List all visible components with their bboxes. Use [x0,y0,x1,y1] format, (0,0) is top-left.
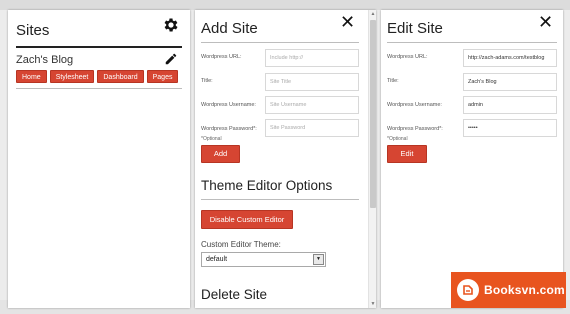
custom-editor-theme-label: Custom Editor Theme: [201,240,281,249]
title-label: Title: [201,78,213,84]
edit-site-panel: Edit Site ✕ Wordpress URL: http://zach-a… [381,10,563,308]
password-label: Wordpress Password*: [387,126,443,132]
watermark-text: Booksvn.com [484,283,565,297]
disable-custom-editor-button[interactable]: Disable Custom Editor [201,210,293,229]
custom-editor-theme-select[interactable]: default ▼ [201,252,326,267]
username-label: Wordpress Username: [387,102,442,108]
site-action-buttons: Home Stylesheet Dashboard Pages [16,70,179,83]
url-label: Wordpress URL: [201,54,242,60]
title-label: Title: [387,78,399,84]
add-button[interactable]: Add [201,145,240,163]
username-label: Wordpress Username: [201,102,256,108]
url-input[interactable]: Include http:// [265,49,359,67]
edit-button[interactable]: Edit [387,145,427,163]
pencil-icon[interactable] [164,52,178,66]
add-site-divider [201,42,359,43]
chevron-down-icon[interactable]: ▼ [313,254,324,265]
password-input[interactable]: Site Password [265,119,359,137]
pages-button[interactable]: Pages [146,70,179,83]
home-button[interactable]: Home [16,70,47,83]
close-icon[interactable]: ✕ [538,14,553,32]
scroll-down-icon[interactable]: ▼ [369,300,376,308]
custom-editor-theme-value: default [206,256,228,263]
password-input[interactable]: ••••• [463,119,557,137]
title-input[interactable]: Site Title [265,73,359,91]
theme-editor-divider [201,199,359,200]
delete-site-title: Delete Site [201,287,268,302]
scroll-thumb[interactable] [370,20,376,208]
edit-site-title: Edit Site [387,20,443,37]
sites-divider [16,46,182,48]
background-toolbar [0,0,570,10]
edit-site-divider [387,42,557,43]
password-label: Wordpress Password*: [201,126,257,132]
username-input[interactable]: Site Username [265,96,359,114]
site-row-divider [16,88,182,89]
add-site-panel: Add Site ✕ Wordpress URL: Include http:/… [195,10,376,308]
dashboard-button[interactable]: Dashboard [97,70,144,83]
scroll-up-icon[interactable]: ▲ [369,10,376,18]
gear-icon[interactable] [162,16,180,34]
title-input[interactable]: Zach's Blog [463,73,557,91]
sites-panel: Sites Zach's Blog Home Stylesheet Dashbo… [8,10,190,308]
add-site-title: Add Site [201,20,258,37]
add-site-scrollbar[interactable]: ▲ ▼ [368,10,376,308]
watermark-logo-icon [457,279,479,301]
theme-editor-title: Theme Editor Options [201,178,333,193]
url-label: Wordpress URL: [387,54,428,60]
close-icon[interactable]: ✕ [340,14,355,32]
sites-title: Sites [16,22,50,39]
optional-note: *Optional [387,136,408,142]
optional-note: *Optional [201,136,222,142]
watermark: Booksvn.com [451,272,566,308]
stylesheet-button[interactable]: Stylesheet [49,70,95,83]
url-input[interactable]: http://zach-adams.com/testblog [463,49,557,67]
site-name: Zach's Blog [16,54,74,66]
username-input[interactable]: admin [463,96,557,114]
